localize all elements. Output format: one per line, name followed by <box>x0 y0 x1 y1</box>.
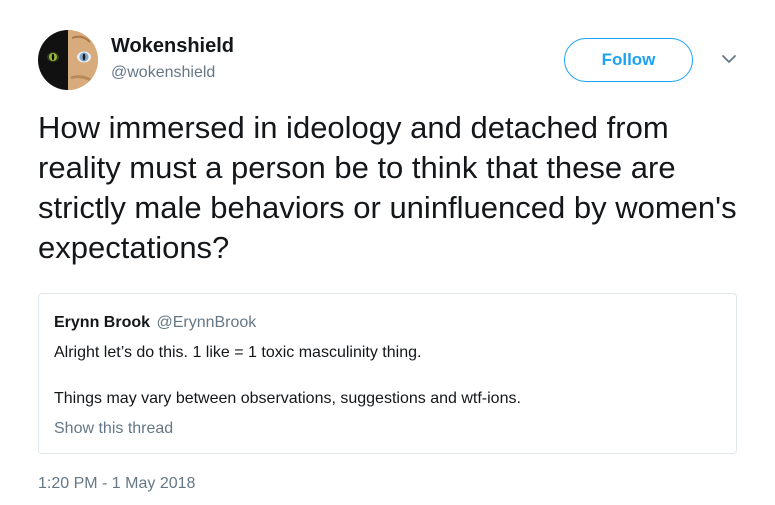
cat-face-avatar-icon <box>38 30 98 90</box>
author-display-name[interactable]: Wokenshield <box>111 35 234 58</box>
more-options-button[interactable] <box>720 52 738 66</box>
author-avatar[interactable] <box>38 30 98 90</box>
quoted-tweet-line-2: Things may vary between observations, su… <box>54 390 521 407</box>
show-thread-link[interactable]: Show this thread <box>54 420 173 438</box>
quoted-tweet-line-1: Alright let’s do this. 1 like = 1 toxic … <box>54 344 422 361</box>
tweet-timestamp[interactable]: 1:20 PM - 1 May 2018 <box>38 475 195 493</box>
tweet-text: How immersed in ideology and detached fr… <box>38 110 737 265</box>
quoted-author-name: Erynn Brook <box>54 314 151 331</box>
follow-button[interactable]: Follow <box>564 38 693 82</box>
quoted-tweet-card[interactable]: Erynn Brook @ErynnBrook Alright let’s do… <box>38 293 737 454</box>
chevron-down-icon <box>722 55 736 63</box>
author-handle[interactable]: @wokenshield <box>111 64 215 82</box>
quoted-tweet-header: Erynn Brook @ErynnBrook <box>54 314 256 332</box>
quoted-author-handle: @ErynnBrook <box>156 314 257 331</box>
